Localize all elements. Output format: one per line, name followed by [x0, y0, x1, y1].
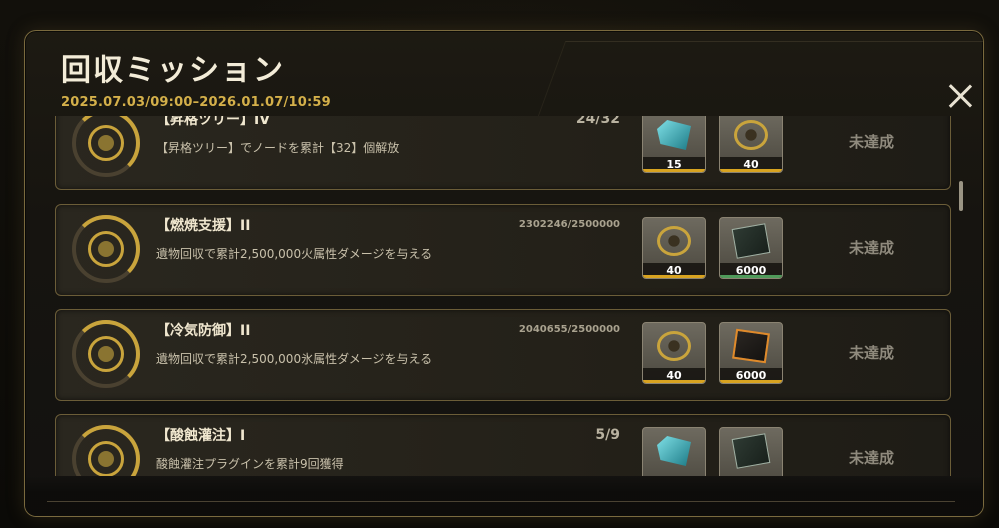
mission-status: 未達成 — [848, 239, 894, 257]
mission-card: 【酸蝕灌注】I 酸蝕灌注プラグインを累計9回獲得 5/9 未達成 — [55, 414, 951, 476]
mission-status: 未達成 — [848, 133, 894, 151]
mission-description: 酸蝕灌注プラグインを累計9回獲得 — [156, 457, 344, 471]
close-icon[interactable] — [945, 81, 975, 111]
scrollbar[interactable] — [959, 181, 963, 211]
mission-list[interactable]: 【昇格ツリー】IV 【昇格ツリー】でノードを累計【32】個解放 24/32 15… — [55, 116, 951, 476]
gear-token-icon — [657, 331, 691, 361]
mission-progress: 24/32 — [575, 116, 620, 127]
card-chip-icon — [731, 433, 771, 469]
mission-name: 【昇格ツリー】IV — [156, 116, 271, 128]
mission-card: 【冷気防御】II 遺物回収で累計2,500,000氷属性ダメージを与える 204… — [55, 309, 951, 401]
reward-item[interactable]: 40 — [719, 116, 783, 173]
gear-token-icon — [734, 120, 768, 150]
reward-item[interactable]: 40 — [642, 322, 706, 384]
reward-item[interactable] — [719, 427, 783, 476]
reward-item[interactable]: 6000 — [719, 217, 783, 279]
event-period: 2025.07.03/09:00–2026.01.07/10:59 — [61, 95, 331, 110]
mission-medal-icon — [72, 425, 140, 476]
mission-medal-icon — [72, 116, 140, 177]
divider — [47, 501, 955, 502]
mission-status: 未達成 — [848, 449, 894, 467]
reward-item[interactable]: 6000 — [719, 322, 783, 384]
panel-title: 回収ミッション — [61, 53, 285, 88]
gear-token-icon — [657, 226, 691, 256]
mission-description: 遺物回収で累計2,500,000氷属性ダメージを与える — [156, 352, 433, 366]
crystal-icon — [657, 436, 691, 466]
mission-medal-icon — [72, 320, 140, 388]
mission-description: 【昇格ツリー】でノードを累計【32】個解放 — [156, 141, 400, 155]
bottom-fade — [25, 476, 983, 516]
crystal-icon — [657, 120, 691, 150]
mission-name: 【冷気防御】II — [156, 323, 251, 339]
mission-name: 【燃焼支援】II — [156, 218, 251, 234]
reward-item[interactable]: 40 — [642, 217, 706, 279]
mission-card: 【昇格ツリー】IV 【昇格ツリー】でノードを累計【32】個解放 24/32 15… — [55, 116, 951, 190]
card-chip-orange-icon — [732, 328, 770, 364]
mission-progress: 2040655/2500000 — [518, 324, 620, 335]
reward-item[interactable] — [642, 427, 706, 476]
mission-name: 【酸蝕灌注】I — [156, 428, 246, 444]
mission-medal-icon — [72, 215, 140, 283]
mission-description: 遺物回収で累計2,500,000火属性ダメージを与える — [156, 247, 433, 261]
reward-item[interactable]: 15 — [642, 116, 706, 173]
mission-card: 【燃焼支援】II 遺物回収で累計2,500,000火属性ダメージを与える 230… — [55, 204, 951, 296]
mission-progress: 2302246/2500000 — [518, 219, 620, 230]
mission-progress: 5/9 — [595, 427, 620, 443]
mission-status: 未達成 — [848, 344, 894, 362]
card-chip-icon — [731, 223, 771, 259]
